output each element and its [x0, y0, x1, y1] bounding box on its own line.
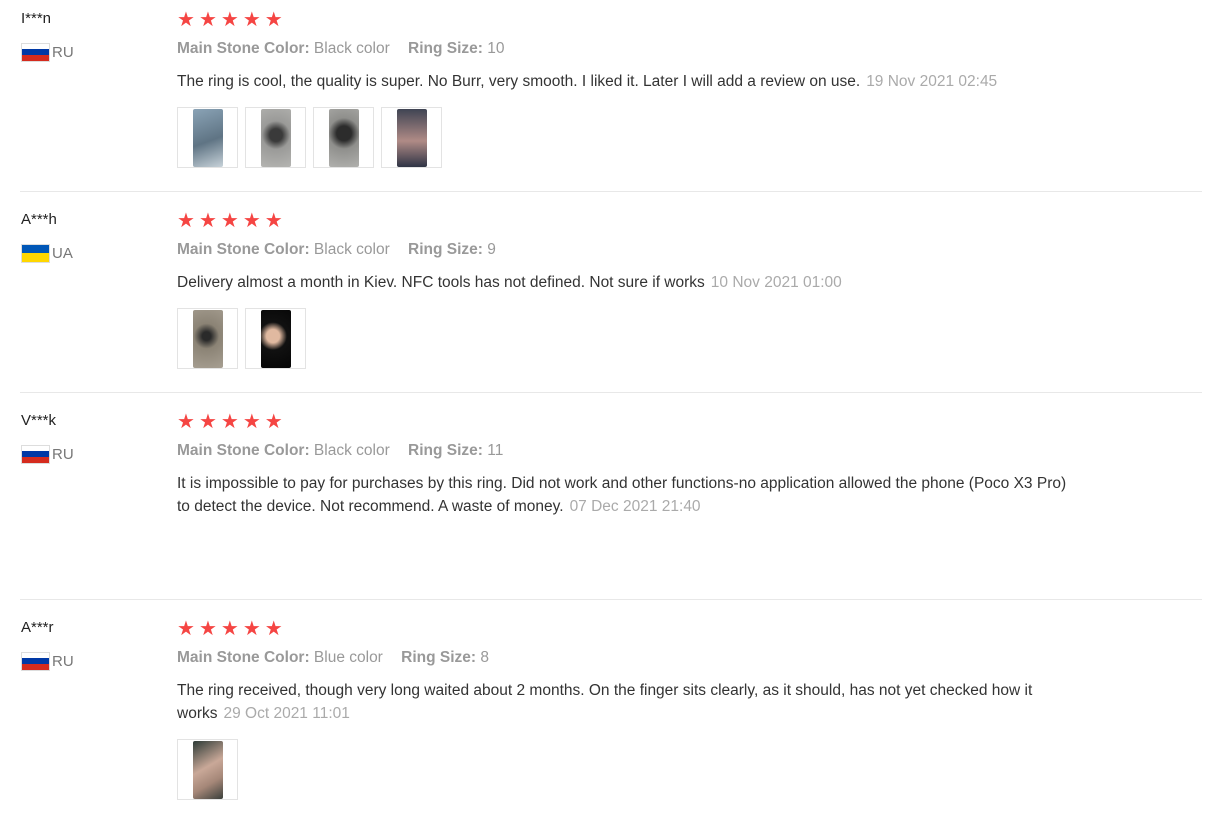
ring-photo-4: [396, 108, 427, 167]
review-body: The ring is cool, the quality is super. …: [177, 73, 861, 90]
country-code: RU: [52, 43, 74, 61]
reviewer-name: A***r: [21, 619, 54, 636]
review-photos: [177, 739, 1077, 800]
review-text: Delivery almost a month in Kiev. NFC too…: [177, 271, 1077, 294]
color-attr-label: Main Stone Color:: [177, 40, 310, 57]
review-photo-thumbnail[interactable]: [177, 739, 238, 800]
star-icon: ★: [198, 411, 217, 433]
size-attr-value: 10: [487, 40, 505, 57]
star-icon: ★: [242, 411, 261, 433]
country-code: RU: [52, 652, 74, 670]
review-sku-info: Main Stone Color: Black color Ring Size:…: [177, 441, 1077, 461]
size-attr-label: Ring Size:: [408, 40, 483, 57]
size-attr-value: 11: [487, 442, 504, 459]
star-icon: ★: [242, 210, 261, 232]
review-sku-info: Main Stone Color: Blue color Ring Size: …: [177, 648, 1077, 668]
reviewer-name: V***k: [21, 412, 57, 429]
star-icon: ★: [198, 210, 217, 232]
review-photo-thumbnail[interactable]: [313, 107, 374, 168]
review-text: The ring received, though very long wait…: [177, 679, 1077, 725]
color-attr-label: Main Stone Color:: [177, 241, 310, 258]
star-rating: ★ ★ ★ ★ ★: [177, 211, 1077, 231]
review-content: ★ ★ ★ ★ ★ Main Stone Color: Black color Ring…: [177, 10, 1077, 168]
review-content: ★ ★ ★ ★ ★ Main Stone Color: Black color Ring…: [177, 211, 1077, 369]
color-attr-value: Black color: [313, 40, 390, 57]
reviewer-name: A***h: [21, 211, 57, 228]
review-body: Delivery almost a month in Kiev. NFC too…: [177, 274, 705, 291]
size-attr-label: Ring Size:: [401, 649, 477, 666]
color-attr-label: Main Stone Color:: [177, 442, 310, 459]
star-icon: ★: [177, 210, 195, 232]
review-date: 29 Oct 2021 11:01: [223, 705, 350, 722]
size-attr-value: 8: [480, 649, 490, 666]
country-flag-icon: [21, 444, 50, 464]
country-flag-icon: [21, 243, 50, 263]
review-photos: [177, 308, 1077, 369]
star-icon: ★: [242, 9, 261, 31]
review-divider: [20, 599, 1202, 600]
review-date: 10 Nov 2021 01:00: [710, 274, 842, 291]
size-attr-label: Ring Size:: [408, 241, 483, 258]
ring-photo-1: [192, 309, 223, 368]
star-icon: ★: [220, 618, 239, 640]
size-attr-label: Ring Size:: [408, 442, 483, 459]
ring-photo-1: [192, 740, 223, 799]
color-attr-value: Black color: [313, 442, 390, 459]
ring-photo-3: [328, 108, 359, 167]
star-icon: ★: [264, 9, 283, 31]
star-icon: ★: [264, 411, 283, 433]
review-content: ★ ★ ★ ★ ★ Main Stone Color: Blue color Ring …: [177, 619, 1077, 800]
review-content: ★ ★ ★ ★ ★ Main Stone Color: Black color Ring…: [177, 412, 1077, 518]
color-attr-value: Black color: [313, 241, 390, 258]
review-divider: [20, 191, 1202, 192]
review-text: It is impossible to pay for purchases by…: [177, 472, 1077, 518]
reviewer-name: I***n: [21, 10, 52, 27]
review-photo-thumbnail[interactable]: [177, 107, 238, 168]
star-icon: ★: [198, 9, 217, 31]
review-text: The ring is cool, the quality is super. …: [177, 70, 1077, 93]
review-sku-info: Main Stone Color: Black color Ring Size:…: [177, 39, 1077, 59]
color-attr-label: Main Stone Color:: [177, 649, 310, 666]
star-icon: ★: [177, 9, 195, 31]
review-divider: [20, 392, 1202, 393]
reviewer-country: UA: [21, 243, 73, 263]
review-photo-thumbnail[interactable]: [245, 107, 306, 168]
review-photo-thumbnail[interactable]: [381, 107, 442, 168]
star-icon: ★: [220, 411, 239, 433]
country-flag-icon: [21, 42, 50, 62]
star-rating: ★ ★ ★ ★ ★: [177, 10, 1077, 30]
country-flag-icon: [21, 651, 50, 671]
country-code: RU: [52, 445, 74, 463]
reviewer-country: RU: [21, 42, 74, 62]
ring-photo-2: [260, 108, 291, 167]
star-icon: ★: [242, 618, 261, 640]
star-icon: ★: [198, 618, 217, 640]
reviewer-country: RU: [21, 444, 74, 464]
ring-photo-2: [260, 309, 291, 368]
review-photos: [177, 107, 1077, 168]
star-rating: ★ ★ ★ ★ ★: [177, 619, 1077, 639]
review-date: 19 Nov 2021 02:45: [866, 73, 998, 90]
star-icon: ★: [220, 9, 239, 31]
country-code: UA: [52, 244, 73, 262]
star-rating: ★ ★ ★ ★ ★: [177, 412, 1077, 432]
star-icon: ★: [177, 411, 195, 433]
ring-photo-1: [192, 108, 223, 167]
review-photo-thumbnail[interactable]: [177, 308, 238, 369]
star-icon: ★: [264, 618, 283, 640]
star-icon: ★: [220, 210, 239, 232]
review-sku-info: Main Stone Color: Black color Ring Size:…: [177, 240, 1077, 260]
color-attr-value: Blue color: [313, 649, 383, 666]
review-photo-thumbnail[interactable]: [245, 308, 306, 369]
star-icon: ★: [264, 210, 283, 232]
review-date: 07 Dec 2021 21:40: [569, 498, 701, 515]
star-icon: ★: [177, 618, 195, 640]
size-attr-value: 9: [487, 241, 496, 258]
reviewer-country: RU: [21, 651, 74, 671]
